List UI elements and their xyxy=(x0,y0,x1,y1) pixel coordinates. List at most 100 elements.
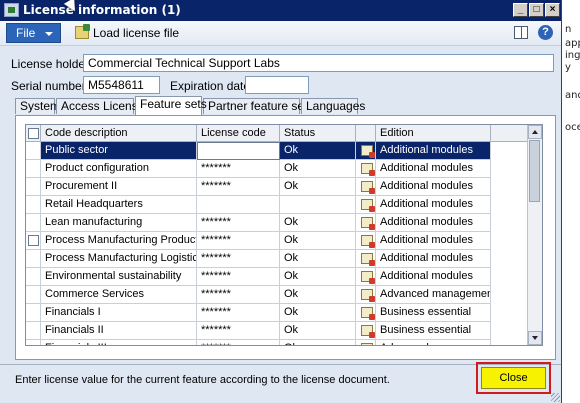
edition-lookup-cell[interactable] xyxy=(356,196,376,214)
edition-lookup-icon[interactable] xyxy=(361,271,375,284)
edition-lookup-cell[interactable] xyxy=(356,340,376,345)
row-select-cell[interactable] xyxy=(26,214,41,232)
help-icon[interactable]: ? xyxy=(538,25,553,40)
title-bar[interactable]: License information (1) _ □ × xyxy=(0,0,561,21)
edition-lookup-icon[interactable] xyxy=(361,181,375,194)
table-row[interactable]: Environmental sustainability ******* Ok Add… xyxy=(26,268,529,286)
table-row[interactable]: Retail Headquarters Additional modules xyxy=(26,196,529,214)
edition-lookup-icon[interactable] xyxy=(361,235,375,248)
edition-lookup-icon[interactable] xyxy=(361,217,375,230)
grid-header: Code description License code Status Edi… xyxy=(26,125,529,142)
edition-lookup-cell[interactable] xyxy=(356,286,376,304)
cell-license[interactable]: ******* xyxy=(197,178,280,196)
table-row[interactable]: Procurement II ******* Ok Additional module… xyxy=(26,178,529,196)
edition-lookup-icon[interactable] xyxy=(361,199,375,212)
column-header-edition[interactable]: Edition xyxy=(376,125,491,141)
table-row[interactable]: Commerce Services ******* Ok Advanced manag… xyxy=(26,286,529,304)
column-header-icon[interactable] xyxy=(356,125,376,141)
edition-lookup-cell[interactable] xyxy=(356,160,376,178)
close-window-button[interactable]: × xyxy=(545,3,560,17)
edition-lookup-icon[interactable] xyxy=(361,163,375,176)
row-select-cell[interactable] xyxy=(26,322,41,340)
tab-system[interactable]: System xyxy=(15,98,60,114)
row-select-cell[interactable] xyxy=(26,340,41,345)
expiration-date-field[interactable] xyxy=(245,76,309,94)
row-select-cell[interactable] xyxy=(26,250,41,268)
cell-edition: Additional modules xyxy=(376,142,491,160)
table-row[interactable]: Financials II ******* Ok Business essential xyxy=(26,322,529,340)
cell-code: Process Manufacturing Logistics xyxy=(41,250,197,268)
row-select-cell[interactable] xyxy=(26,232,41,250)
row-select-cell[interactable] xyxy=(26,178,41,196)
tab-languages[interactable]: Languages xyxy=(301,98,365,114)
edition-lookup-cell[interactable] xyxy=(356,142,376,160)
table-row[interactable]: Financials III*******Ok Advanced manageme… xyxy=(26,340,529,345)
table-row[interactable]: Financials I ******* Ok Business essential xyxy=(26,304,529,322)
table-row[interactable]: Product configuration ******* Ok Additional… xyxy=(26,160,529,178)
cell-status: Ok xyxy=(280,160,356,178)
cell-license[interactable] xyxy=(197,196,280,214)
cell-license[interactable] xyxy=(197,142,280,160)
vertical-scrollbar[interactable] xyxy=(527,125,542,345)
cell-edition: Additional modules xyxy=(376,196,491,214)
scroll-thumb[interactable] xyxy=(529,140,540,202)
load-license-file-button[interactable]: Load license file xyxy=(75,24,179,42)
scroll-down-icon[interactable] xyxy=(528,331,542,345)
tab-access-licenses[interactable]: Access Licenses xyxy=(56,98,150,114)
edition-lookup-cell[interactable] xyxy=(356,232,376,250)
close-button[interactable]: Close xyxy=(481,367,546,389)
select-all-column[interactable] xyxy=(26,125,41,141)
edition-lookup-cell[interactable] xyxy=(356,250,376,268)
cell-edition: Additional modules xyxy=(376,268,491,286)
toolbar: File Load license file ? xyxy=(0,21,561,46)
cell-license[interactable]: ******* xyxy=(197,160,280,178)
serial-number-field[interactable]: M5548611 xyxy=(83,76,160,94)
edition-lookup-icon[interactable] xyxy=(361,253,375,266)
cell-license[interactable]: ******* xyxy=(197,232,280,250)
row-select-cell[interactable] xyxy=(26,160,41,178)
edition-lookup-icon[interactable] xyxy=(361,307,375,320)
resize-grip-icon[interactable] xyxy=(551,393,560,402)
load-license-file-label: Load license file xyxy=(93,26,180,40)
cell-license[interactable]: ******* xyxy=(197,340,280,345)
row-select-cell[interactable] xyxy=(26,286,41,304)
cell-license[interactable]: ******* xyxy=(197,286,280,304)
minimize-button[interactable]: _ xyxy=(513,3,528,17)
column-header-code[interactable]: Code description xyxy=(41,125,197,141)
column-header-license[interactable]: License code xyxy=(197,125,280,141)
tab-feature-sets[interactable]: Feature sets xyxy=(135,96,207,115)
maximize-button[interactable]: □ xyxy=(529,3,544,17)
layout-icon[interactable] xyxy=(514,26,528,39)
edition-lookup-icon[interactable] xyxy=(361,325,375,338)
table-row[interactable]: Process Manufacturing Logistics ******* Ok… xyxy=(26,250,529,268)
row-select-cell[interactable] xyxy=(26,142,41,160)
table-row[interactable]: Process Manufacturing Production ******* O… xyxy=(26,232,529,250)
cell-license[interactable]: ******* xyxy=(197,322,280,340)
cell-license[interactable]: ******* xyxy=(197,304,280,322)
select-all-checkbox[interactable] xyxy=(28,128,39,139)
tab-partner-feature-sets[interactable]: Partner feature sets xyxy=(203,98,313,114)
cell-license[interactable]: ******* xyxy=(197,268,280,286)
edition-lookup-cell[interactable] xyxy=(356,322,376,340)
edition-lookup-icon[interactable] xyxy=(361,343,373,345)
table-row[interactable]: Lean manufacturing ******* Ok Additional mo… xyxy=(26,214,529,232)
edition-lookup-cell[interactable] xyxy=(356,268,376,286)
cell-license[interactable]: ******* xyxy=(197,214,280,232)
edition-lookup-icon[interactable] xyxy=(361,289,375,302)
license-holder-field[interactable]: Commercial Technical Support Labs xyxy=(83,54,554,72)
edition-lookup-icon[interactable] xyxy=(361,145,375,158)
row-checkbox[interactable] xyxy=(28,235,39,246)
cell-status: Ok xyxy=(280,214,356,232)
table-row[interactable]: Public sector Ok Additional modules xyxy=(26,142,529,160)
column-header-status[interactable]: Status xyxy=(280,125,356,141)
edition-lookup-cell[interactable] xyxy=(356,304,376,322)
file-menu-button[interactable]: File xyxy=(6,23,61,43)
row-select-cell[interactable] xyxy=(26,268,41,286)
cell-license[interactable]: ******* xyxy=(197,250,280,268)
background-text-fragment: n xyxy=(565,24,572,35)
row-select-cell[interactable] xyxy=(26,196,41,214)
edition-lookup-cell[interactable] xyxy=(356,178,376,196)
row-select-cell[interactable] xyxy=(26,304,41,322)
scroll-up-icon[interactable] xyxy=(528,125,542,139)
edition-lookup-cell[interactable] xyxy=(356,214,376,232)
